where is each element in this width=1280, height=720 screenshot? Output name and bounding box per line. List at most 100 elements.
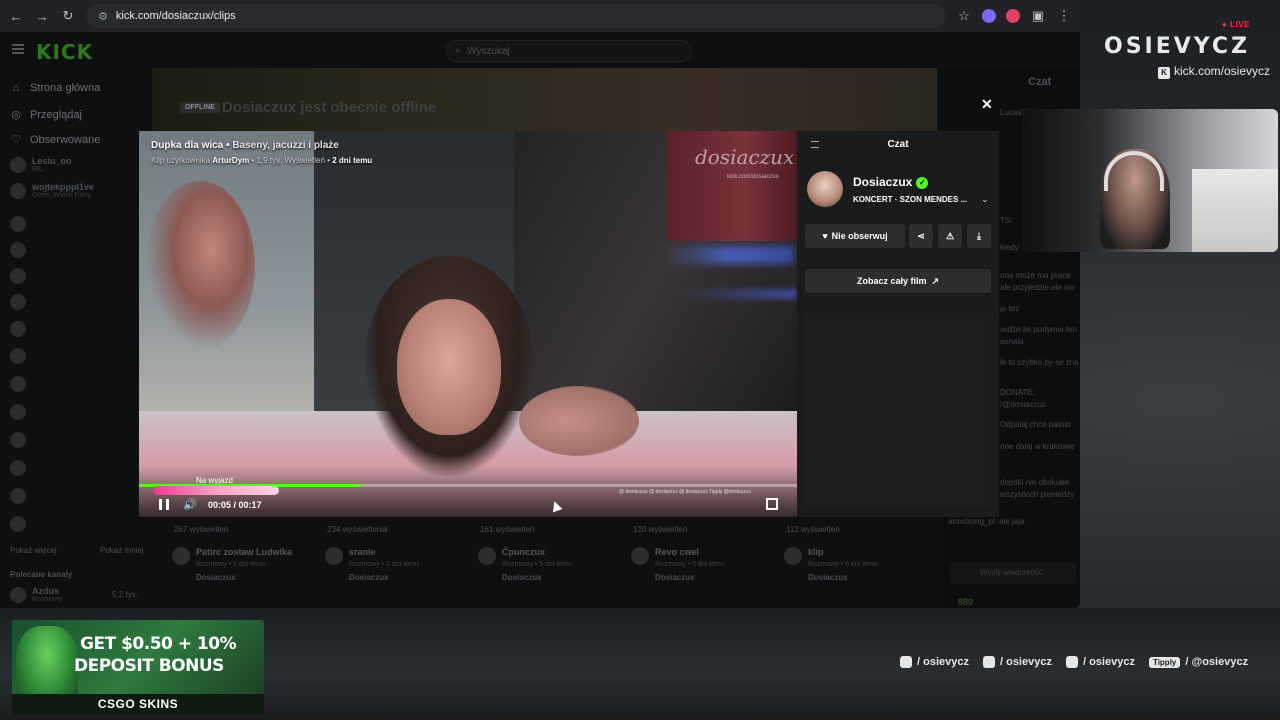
- followed-channel[interactable]: [10, 348, 26, 364]
- social-tipply: Tipply / @osievycz: [1148, 656, 1248, 668]
- volume-icon[interactable]: 🔊: [183, 498, 197, 511]
- followed-channel[interactable]: [10, 268, 26, 284]
- sidebar-item-browse[interactable]: ◎ Przeglądaj: [10, 108, 82, 122]
- video-watermark: dosiaczux: [695, 145, 795, 169]
- unfollow-button[interactable]: ♥ Nie obserwuj: [805, 224, 905, 248]
- clip-category[interactable]: Baseny, jacuzzi i plaże: [232, 140, 339, 151]
- clip-card[interactable]: 234 wyświetlenia sranie Rozmowy • 2 dni …: [305, 519, 445, 608]
- clip-card[interactable]: 161 wyświetleń Ćpunczux Rozmowy • 5 dni …: [458, 519, 598, 608]
- clip-card[interactable]: 120 wyświetleń Revo cwel Rozmowy • 5 dni…: [611, 519, 751, 608]
- sidebar-item-home[interactable]: ⌂ Strona główna: [10, 82, 101, 94]
- avatar: [478, 547, 496, 565]
- avatar: [10, 460, 26, 476]
- address-text: kick.com/dosiaczux/clips: [115, 10, 236, 22]
- show-less-button[interactable]: Pokaż mniej: [100, 546, 144, 555]
- address-bar[interactable]: ⚙ kick.com/dosiaczux/clips: [86, 4, 946, 28]
- avatar: [10, 182, 26, 199]
- pause-icon[interactable]: [159, 499, 169, 510]
- search-icon: ⌕: [455, 45, 461, 56]
- tiktok-icon: [982, 656, 995, 668]
- show-more-button[interactable]: Pokaż więcej: [10, 546, 57, 555]
- report-button[interactable]: ⚠: [938, 224, 962, 248]
- extension-icon[interactable]: [982, 9, 996, 23]
- offline-badge: OFFLINE: [180, 102, 220, 113]
- share-button[interactable]: ⋖: [909, 224, 933, 248]
- channel-category: KONCERT · SZON MENDES ...: [853, 195, 968, 204]
- avatar: [784, 547, 802, 565]
- download-button[interactable]: ⤓: [967, 224, 991, 248]
- live-badge: ● LIVE: [1222, 20, 1250, 29]
- chat-input[interactable]: Wyślij wiadomość: [950, 562, 1076, 584]
- reload-icon[interactable]: ↻: [60, 8, 76, 24]
- followed-channel[interactable]: [10, 432, 26, 448]
- menu-icon[interactable]: [12, 44, 24, 54]
- chat-message: Odpalaj chce patolo: [1000, 420, 1071, 429]
- compass-icon: ◎: [11, 109, 21, 121]
- followed-channel[interactable]: [10, 460, 26, 476]
- tipply-icon: Tipply: [1148, 656, 1181, 668]
- followed-channel[interactable]: [10, 488, 26, 504]
- followed-channel[interactable]: [10, 294, 26, 310]
- followed-channel[interactable]: [10, 242, 26, 258]
- webcam-overlay: [1022, 109, 1278, 252]
- kick-logo[interactable]: KICK: [36, 40, 93, 64]
- followed-channel[interactable]: [10, 516, 26, 532]
- clip-video[interactable]: dosiaczux kick.com/dosiaczux Dupka dla w…: [139, 131, 797, 517]
- clip-card[interactable]: 267 wyświetleń Patirc zostaw Ludwika Roz…: [152, 519, 292, 608]
- avatar: [10, 348, 26, 364]
- followed-channel[interactable]: wojtekpppl1ve Other, Watch Party: [10, 182, 94, 199]
- fullscreen-icon[interactable]: [766, 498, 778, 510]
- recommended-title: Polecane kanały: [10, 570, 73, 579]
- social-links: / osievycz / osievycz / osievycz Tipply /…: [900, 656, 1248, 668]
- video-socials: @ dosiaczux @ dosiaczux @ dosiaczux Tipp…: [619, 489, 752, 495]
- avatar: [10, 268, 26, 284]
- playback-time: 00:05 / 00:17: [208, 500, 262, 510]
- avatar: [10, 321, 26, 337]
- followed-channel[interactable]: [10, 321, 26, 337]
- chat-message: dopóki nie obskube: [1000, 478, 1069, 487]
- clip-modal: dosiaczux kick.com/dosiaczux Dupka dla w…: [139, 131, 999, 517]
- close-icon[interactable]: ✕: [981, 96, 993, 113]
- verified-icon: ✓: [916, 176, 929, 189]
- avatar: [10, 242, 26, 258]
- back-icon[interactable]: ←: [8, 8, 24, 24]
- chat-message: wszystkich pieniedzy: [1000, 490, 1075, 499]
- watch-full-video-button[interactable]: Zobacz cały film ↗: [805, 269, 991, 293]
- followed-channel[interactable]: [10, 376, 26, 392]
- sponsor-banner: GET $0.50 + 10% DEPOSIT BONUS CSGO SKINS: [12, 620, 264, 715]
- avatar: [10, 216, 26, 232]
- chat-message: /@dosiaczux: [1000, 400, 1046, 409]
- clips-row: 267 wyświetleń Patirc zostaw Ludwika Roz…: [152, 519, 937, 608]
- followed-channel[interactable]: [10, 404, 26, 420]
- heart-icon: ♥: [822, 231, 828, 241]
- chat-message: ja tez: [1000, 304, 1020, 313]
- avatar: [10, 516, 26, 532]
- extension-icon[interactable]: [1006, 9, 1020, 23]
- clip-card[interactable]: 112 wyświetleń klip Rozmowy • 6 dni temu…: [764, 519, 904, 608]
- forward-icon[interactable]: →: [34, 8, 50, 24]
- search-input[interactable]: ⌕ Wyszukaj: [446, 40, 692, 62]
- extensions-puzzle-icon[interactable]: ▣: [1030, 8, 1046, 24]
- offline-message: Dosiaczux jest obecnie offline: [222, 99, 437, 116]
- bookmark-star-icon[interactable]: ☆: [956, 8, 972, 24]
- chevron-down-icon[interactable]: ⌄: [981, 194, 989, 205]
- channel-name[interactable]: Dosiaczux ✓: [853, 175, 929, 189]
- followed-channel[interactable]: Lesiu_oo IRL: [10, 156, 72, 173]
- followed-channel[interactable]: [10, 216, 26, 232]
- chat-message: ale przyjedzie ale wa: [1000, 283, 1075, 292]
- sidebar-item-following[interactable]: ♡ Obserwowane: [10, 133, 100, 147]
- avatar: [631, 547, 649, 565]
- heart-icon: ♡: [11, 134, 21, 146]
- viewer-count: 980: [958, 597, 974, 607]
- social-tiktok: / osievycz: [982, 656, 1052, 668]
- avatar[interactable]: [807, 171, 843, 207]
- chat-message: ona może ma prace: [1000, 271, 1071, 280]
- avatar: [10, 404, 26, 420]
- clip-author[interactable]: ArturDym: [212, 156, 249, 165]
- browser-menu-icon[interactable]: ⋮: [1056, 8, 1072, 24]
- recommended-channel[interactable]: Azdus Rozmowy: [10, 586, 63, 603]
- warning-icon: ⚠: [945, 230, 955, 241]
- panel-title: Czat: [887, 139, 909, 150]
- site-info-icon[interactable]: ⚙: [98, 10, 108, 23]
- streamer-brand: OSIEVYCZ: [1104, 34, 1251, 59]
